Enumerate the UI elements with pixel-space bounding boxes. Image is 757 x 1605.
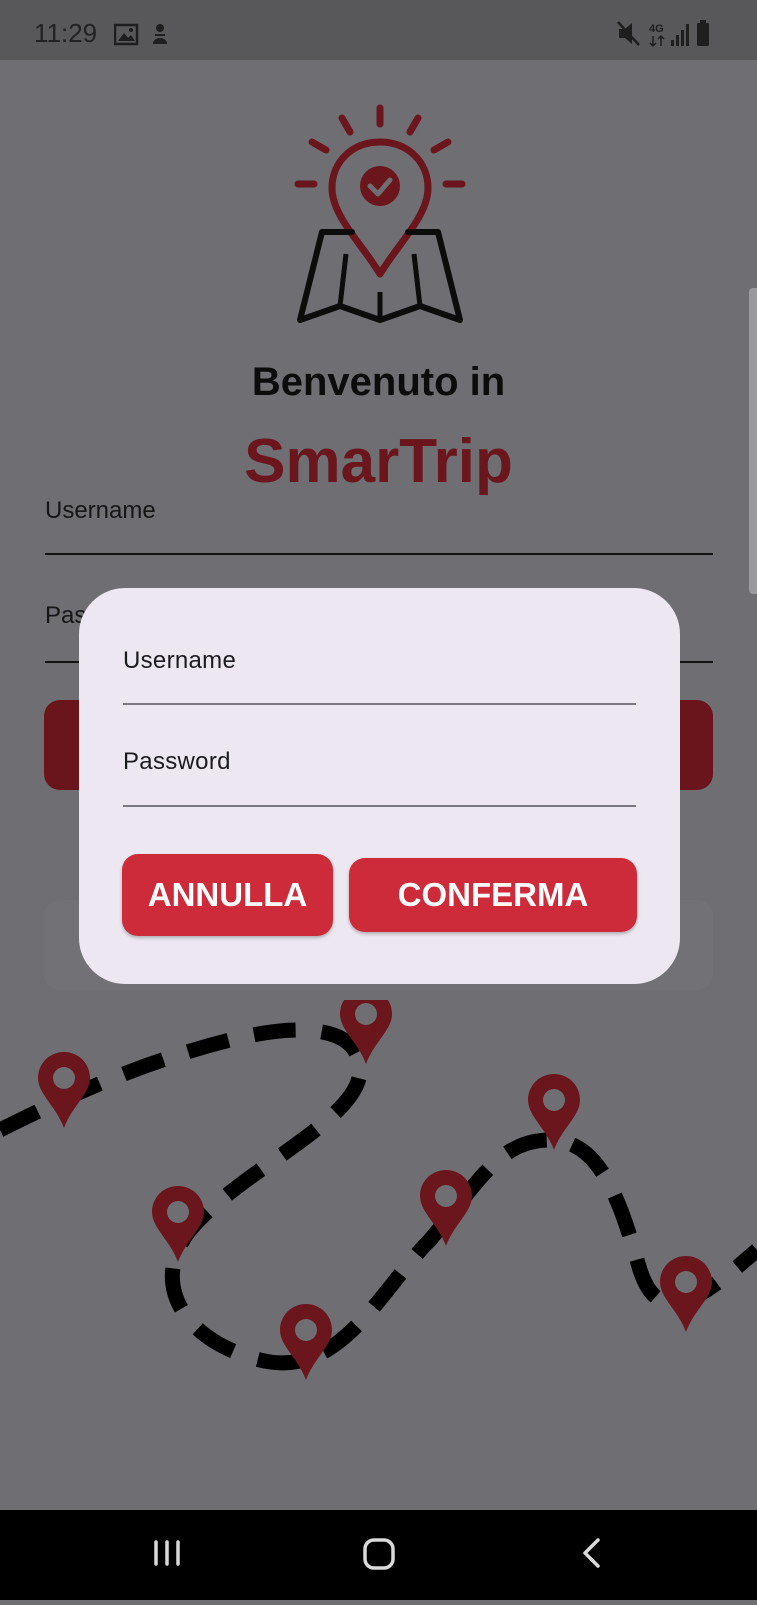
map-pin-icon xyxy=(340,1000,392,1064)
status-left-icon-group xyxy=(113,23,167,46)
network-4g-icon: 4G xyxy=(649,23,665,48)
dialog-password-underline xyxy=(123,805,636,807)
username-field-underline xyxy=(45,553,713,555)
brand-title: SmarTrip xyxy=(244,427,513,496)
status-time: 11:29 xyxy=(34,18,98,48)
nav-bar-icons xyxy=(154,1538,600,1570)
signal-icon xyxy=(671,24,689,46)
status-bar: 11:29 4G xyxy=(0,0,757,60)
system-nav-bar xyxy=(0,1510,757,1600)
cancel-button[interactable]: ANNULLA xyxy=(122,854,333,936)
welcome-text: Benvenuto in xyxy=(251,360,506,404)
login-dialog: Username Password ANNULLA CONFERMA xyxy=(79,588,680,984)
map-pin-icon xyxy=(38,1052,90,1128)
status-right-icon-group: 4G xyxy=(617,20,709,48)
map-pin-logo-icon xyxy=(294,104,466,323)
map-pin-icon xyxy=(660,1256,712,1332)
svg-text:4G: 4G xyxy=(649,23,664,35)
status-left-icons xyxy=(113,22,174,53)
route-illustration xyxy=(0,1000,757,1380)
notification-icon xyxy=(153,24,167,44)
dialog-password-label: Password xyxy=(123,748,231,775)
username-field-label: Username xyxy=(45,497,156,524)
back-icon xyxy=(583,1538,600,1568)
dialog-username-label: Username xyxy=(123,647,237,674)
dialog-username-underline xyxy=(123,703,636,705)
mute-icon xyxy=(617,21,640,46)
dialog-username-input[interactable] xyxy=(123,672,636,722)
confirm-button[interactable]: CONFERMA xyxy=(349,858,637,932)
dialog-password-input[interactable] xyxy=(123,773,636,823)
battery-icon xyxy=(697,20,709,46)
map-pin-icon xyxy=(152,1186,204,1262)
scroll-indicator[interactable] xyxy=(749,288,757,594)
home-icon xyxy=(363,1538,395,1570)
status-right-icons: 4G xyxy=(617,20,727,53)
recent-apps-icon xyxy=(154,1540,180,1566)
image-icon xyxy=(113,23,139,46)
